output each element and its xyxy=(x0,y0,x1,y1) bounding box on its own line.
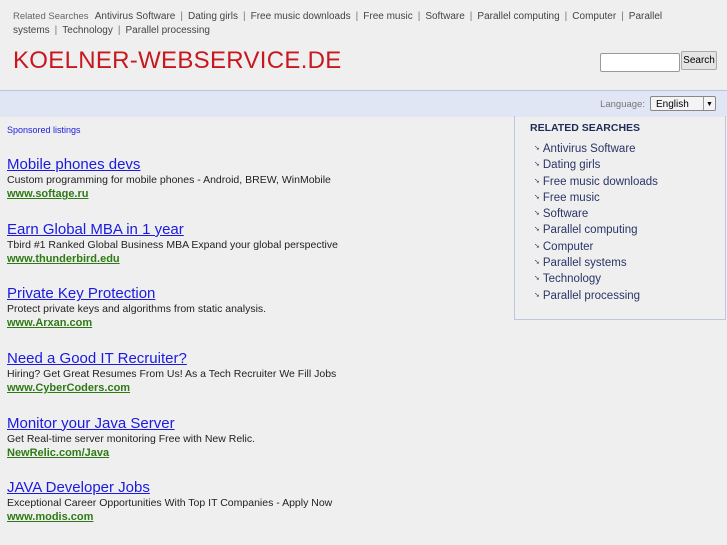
sponsored-label: Sponsored listings xyxy=(7,125,81,135)
related-search-label: Parallel computing xyxy=(542,224,638,237)
ad-description: Hiring? Get Great Resumes From Us! As a … xyxy=(7,368,337,381)
related-search-item[interactable]: ➘ Parallel systems xyxy=(534,255,658,271)
ad-description: Custom programming for mobile phones - A… xyxy=(7,174,331,186)
language-selected: English xyxy=(656,99,689,110)
bullet-arrow-icon: ➘ xyxy=(534,193,540,201)
ad-title-link[interactable]: JAVA Developer Jobs xyxy=(7,479,507,497)
related-search-label: Software xyxy=(542,208,589,221)
separator: | xyxy=(469,11,473,22)
top-related-link[interactable]: Technology xyxy=(62,25,113,36)
ad-list: Mobile phones devs Custom programming for… xyxy=(7,156,507,544)
related-search-label: Parallel systems xyxy=(542,257,627,270)
related-search-label: Parallel processing xyxy=(542,289,641,302)
related-search-label: Antivirus Software xyxy=(542,143,636,155)
separator: | xyxy=(180,11,183,22)
related-search-item[interactable]: ➘ Free music downloads xyxy=(534,174,658,190)
top-related-link[interactable]: Free music xyxy=(363,11,412,22)
ad-url-link[interactable]: www.softage.ru xyxy=(7,187,507,201)
top-related-link[interactable]: Free music downloads xyxy=(251,11,351,22)
related-search-label: Computer xyxy=(542,240,594,253)
ad-listing: Earn Global MBA in 1 year Tbird #1 Ranked… xyxy=(7,221,507,286)
related-search-label: Free music downloads xyxy=(542,175,658,188)
ad-description: Exceptional Career Opportunities With To… xyxy=(7,497,333,510)
separator: | xyxy=(355,11,359,22)
ad-listing: Monitor your Java Server Get Real-time se… xyxy=(7,415,507,480)
ad-url-link[interactable]: www.thunderbird.edu xyxy=(7,252,507,266)
related-search-item[interactable]: ➘ Technology xyxy=(534,271,658,287)
separator: | xyxy=(117,25,121,36)
top-related-link[interactable]: Parallel processing xyxy=(125,25,210,36)
top-related-searches: Related Searches Antivirus Software | Dati… xyxy=(13,10,713,38)
ad-url-link[interactable]: www.CyberCoders.com xyxy=(7,381,507,395)
related-search-item[interactable]: ➘ Antivirus Software xyxy=(534,141,658,157)
ad-title-link[interactable]: Need a Good IT Recruiter? xyxy=(7,350,507,368)
separator: | xyxy=(243,11,246,22)
related-search-label: Free music xyxy=(542,191,600,204)
language-select[interactable]: English ▼ xyxy=(650,96,716,111)
bullet-arrow-icon: ➘ xyxy=(534,291,540,299)
bullet-arrow-icon: ➘ xyxy=(534,259,540,267)
related-search-label: Dating girls xyxy=(542,159,601,172)
ad-title-link[interactable]: Earn Global MBA in 1 year xyxy=(7,221,507,239)
related-searches-list: ➘ Antivirus Software ➘ Dating girls ➘ Free mu… xyxy=(534,141,658,304)
related-searches-label: Related Searches xyxy=(13,11,89,22)
ad-description: Tbird #1 Ranked Global Business MBA Expa… xyxy=(7,238,338,251)
top-related-link[interactable]: Antivirus Software xyxy=(95,11,176,22)
bullet-arrow-icon: ➘ xyxy=(534,161,540,169)
separator: | xyxy=(417,11,421,22)
top-related-link[interactable]: Dating girls xyxy=(188,11,238,22)
related-search-item[interactable]: ➘ Parallel processing xyxy=(534,288,658,304)
bullet-arrow-icon: ➘ xyxy=(534,242,540,250)
top-related-link[interactable]: Software xyxy=(425,11,464,22)
related-searches-panel: RELATED SEARCHES ➘ Antivirus Software ➘ Dat… xyxy=(514,116,726,320)
related-search-item[interactable]: ➘ Software xyxy=(534,206,658,222)
separator: | xyxy=(564,11,568,22)
language-bar: Language: English ▼ xyxy=(0,90,727,117)
ad-listing: Private Key Protection Protect private ke… xyxy=(7,285,507,350)
ad-listing: Need a Good IT Recruiter? Hiring? Get Gre… xyxy=(7,350,507,415)
separator: | xyxy=(54,25,58,36)
related-search-item[interactable]: ➘ Free music xyxy=(534,190,658,206)
top-related-link[interactable]: Parallel computing xyxy=(477,11,559,22)
ad-description: Protect private keys and algorithms from… xyxy=(7,303,267,316)
bullet-arrow-icon: ➘ xyxy=(534,145,540,152)
ad-title-link[interactable]: Mobile phones devs xyxy=(7,156,507,174)
ad-title-link[interactable]: Monitor your Java Server xyxy=(7,415,507,433)
related-search-item[interactable]: ➘ Parallel computing xyxy=(534,222,658,238)
related-search-item[interactable]: ➘ Computer xyxy=(534,239,658,255)
related-searches-heading: RELATED SEARCHES xyxy=(530,122,641,134)
ad-url-link[interactable]: NewRelic.com/Java xyxy=(7,446,507,460)
bullet-arrow-icon: ➘ xyxy=(534,226,540,234)
ad-url-link[interactable]: www.modis.com xyxy=(7,510,507,524)
ad-description: Get Real-time server monitoring Free wit… xyxy=(7,432,255,445)
ad-title-link[interactable]: Private Key Protection xyxy=(7,285,507,303)
separator: | xyxy=(621,11,624,22)
search-button[interactable]: Search xyxy=(681,51,717,70)
ad-listing: JAVA Developer Jobs Exceptional Career Op… xyxy=(7,479,507,544)
bullet-arrow-icon: ➘ xyxy=(534,275,540,283)
site-title[interactable]: KOELNER-WEBSERVICE.DE xyxy=(13,47,342,75)
ad-listing: Mobile phones devs Custom programming for… xyxy=(7,156,507,221)
bullet-arrow-icon: ➘ xyxy=(534,177,540,185)
related-search-label: Technology xyxy=(542,273,602,286)
search-input[interactable] xyxy=(600,53,680,72)
language-label: Language: xyxy=(600,99,645,110)
bullet-arrow-icon: ➘ xyxy=(534,210,540,218)
related-search-item[interactable]: ➘ Dating girls xyxy=(534,157,658,173)
chevron-down-icon[interactable]: ▼ xyxy=(703,97,715,110)
ad-url-link[interactable]: www.Arxan.com xyxy=(7,316,507,330)
top-related-link[interactable]: Computer xyxy=(572,11,616,22)
